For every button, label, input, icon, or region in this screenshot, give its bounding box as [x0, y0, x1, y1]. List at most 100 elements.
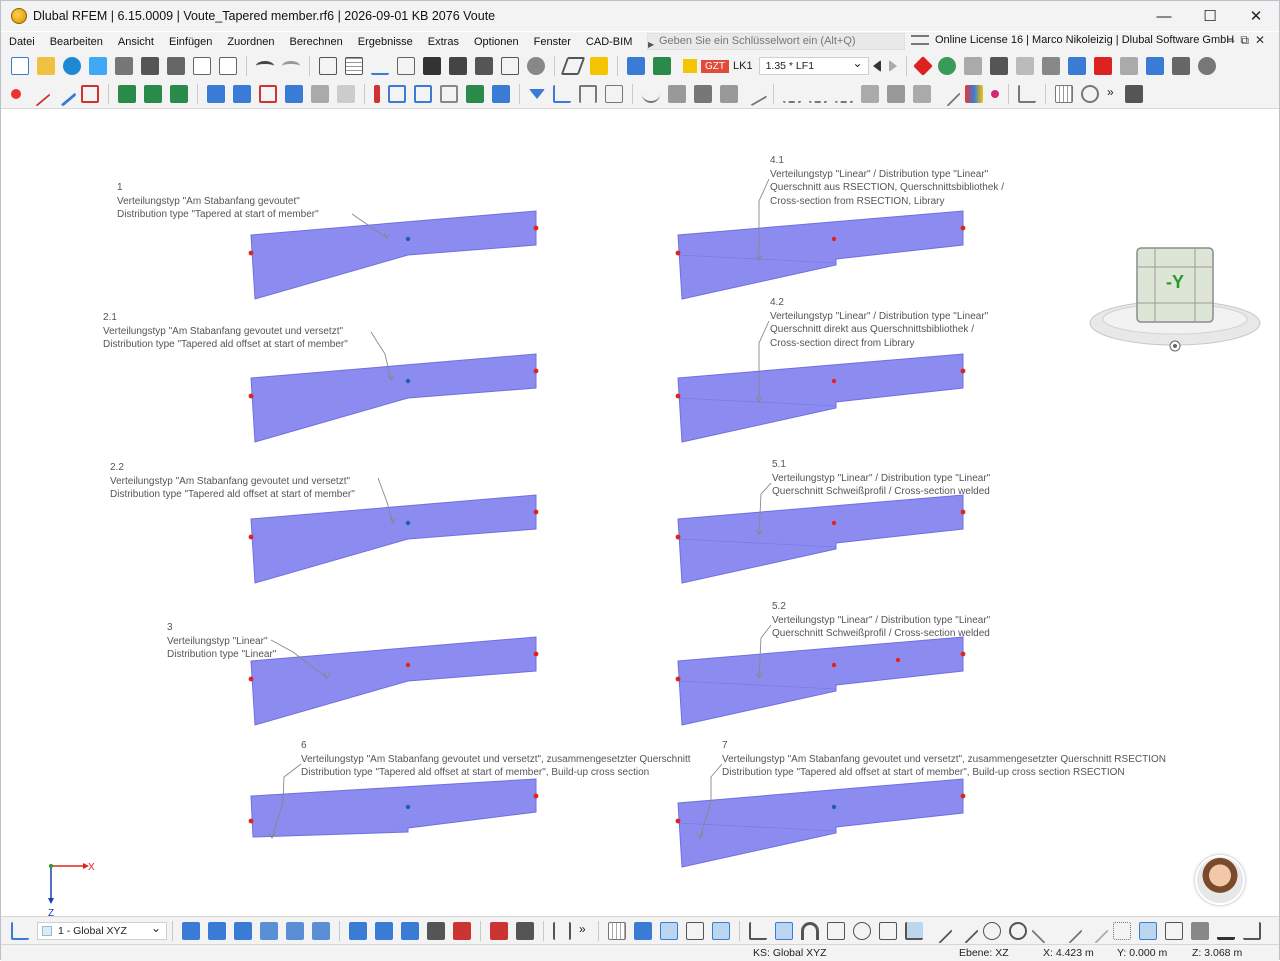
report-icon[interactable]	[193, 57, 211, 75]
building-icon[interactable]	[440, 85, 458, 103]
video-icon[interactable]	[423, 57, 441, 75]
table-grid-icon[interactable]	[1055, 85, 1073, 103]
rotate-icon[interactable]	[233, 85, 251, 103]
deformation-icon[interactable]	[937, 57, 956, 75]
snap-object-icon[interactable]	[634, 921, 652, 940]
menu-extras[interactable]: Extras	[420, 36, 466, 48]
close-button[interactable]: ✕	[1233, 1, 1279, 31]
print-icon[interactable]	[167, 57, 185, 75]
snap-node-icon[interactable]	[712, 921, 730, 940]
coordinate-system-dropdown[interactable]: 1 - Global XYZ	[37, 921, 167, 940]
sphere-icon[interactable]	[1081, 85, 1099, 103]
color-icon[interactable]	[965, 85, 983, 103]
support-tool-icon[interactable]	[118, 85, 136, 103]
next-icon[interactable]	[888, 60, 897, 72]
redo-icon[interactable]	[282, 61, 300, 71]
menu-einfuegen[interactable]: Einfügen	[161, 36, 219, 48]
divide-icon[interactable]	[311, 85, 329, 103]
view-iso-icon[interactable]	[182, 921, 200, 940]
magnet-icon[interactable]	[801, 921, 819, 940]
display-solid-icon[interactable]	[401, 921, 419, 940]
ruler-icon[interactable]	[553, 921, 571, 940]
snap-cross-icon[interactable]	[686, 921, 704, 940]
render-icon[interactable]	[527, 57, 545, 75]
x-box-icon[interactable]	[853, 921, 871, 940]
webservice-icon[interactable]	[89, 57, 107, 75]
support-view-icon[interactable]	[887, 85, 905, 103]
minimize-button[interactable]: —	[1141, 1, 1187, 31]
more-icon[interactable]: »	[1107, 85, 1117, 103]
menu-bearbeiten[interactable]: Bearbeiten	[42, 36, 110, 48]
wave2-icon[interactable]	[809, 85, 827, 103]
dimension-icon[interactable]	[371, 57, 389, 75]
snap-grid-icon[interactable]	[608, 921, 626, 940]
dimension-tool-icon[interactable]	[553, 85, 571, 103]
cloud-icon[interactable]	[63, 57, 81, 75]
xxx-values-icon[interactable]	[1119, 57, 1138, 75]
menu-optionen[interactable]: Optionen	[466, 36, 526, 48]
assistant-avatar[interactable]	[1195, 855, 1245, 905]
view-side-icon[interactable]	[234, 921, 252, 940]
xxx-icon[interactable]	[1015, 57, 1034, 75]
ortho-icon[interactable]	[749, 921, 767, 940]
phone-icon[interactable]	[501, 57, 519, 75]
maximize-button[interactable]: ☐	[1187, 1, 1233, 31]
move-icon[interactable]	[207, 85, 225, 103]
pin-icon[interactable]	[991, 90, 999, 98]
display-texture-icon[interactable]	[453, 921, 471, 940]
solid-icon[interactable]	[694, 85, 712, 103]
parallel-icon[interactable]	[953, 917, 979, 944]
new-model-icon[interactable]	[11, 57, 29, 75]
grid-table-icon[interactable]	[345, 57, 363, 75]
undo-icon[interactable]	[256, 61, 274, 71]
tangent-icon[interactable]	[983, 921, 1001, 940]
surface-bottom-icon[interactable]	[1191, 921, 1209, 940]
scale-icon[interactable]	[285, 85, 303, 103]
menu-berechnen[interactable]: Berechnen	[282, 36, 350, 48]
layers-tool-icon[interactable]	[1125, 85, 1143, 103]
section-icon[interactable]	[1041, 57, 1060, 75]
animation-icon[interactable]	[1171, 57, 1190, 75]
load-case-selector[interactable]: GZT LK1 1.35 * LF1	[679, 56, 869, 76]
node-icon[interactable]	[11, 89, 21, 99]
print-report-icon[interactable]	[115, 57, 133, 75]
x-box2-icon[interactable]	[879, 921, 897, 940]
display-render-icon[interactable]	[349, 921, 367, 940]
settings-icon[interactable]	[1197, 57, 1216, 75]
member-icon[interactable]	[1093, 57, 1112, 75]
layers-icon[interactable]	[475, 57, 493, 75]
save-icon[interactable]	[141, 57, 159, 75]
visibility-icon[interactable]	[490, 921, 508, 940]
numbering-icon[interactable]	[516, 921, 534, 940]
edit-line-icon[interactable]	[560, 57, 586, 75]
view-front-icon[interactable]	[208, 921, 226, 940]
line-bottom-icon[interactable]	[1217, 922, 1235, 940]
wave3-icon[interactable]	[835, 85, 853, 103]
display-hidden-icon[interactable]	[427, 921, 445, 940]
arrow-load-icon[interactable]	[720, 85, 738, 103]
frame-icon[interactable]	[414, 85, 432, 103]
cross3-icon[interactable]	[1083, 917, 1109, 944]
spring-icon[interactable]	[861, 85, 879, 103]
measure-icon[interactable]	[605, 85, 623, 103]
surface-icon[interactable]	[81, 85, 99, 103]
mirror-icon[interactable]	[259, 85, 277, 103]
export-icon[interactable]	[1145, 57, 1164, 75]
support-icon[interactable]	[989, 57, 1008, 75]
page-icon[interactable]	[397, 57, 415, 75]
more-bottom-icon[interactable]: »	[579, 922, 589, 940]
cross2-icon[interactable]	[1057, 917, 1083, 944]
table-icon[interactable]	[319, 57, 337, 75]
results-off-icon[interactable]	[912, 56, 933, 76]
axis-icon[interactable]	[1018, 85, 1036, 103]
menu-ansicht[interactable]: Ansicht	[110, 36, 161, 48]
hinge-icon[interactable]	[144, 85, 162, 103]
load-combination-dropdown[interactable]: 1.35 * LF1	[758, 56, 869, 75]
display-icon[interactable]	[1067, 57, 1086, 75]
grid-tool-icon[interactable]	[388, 85, 406, 103]
previous-icon[interactable]	[872, 60, 881, 72]
perp-icon[interactable]	[905, 921, 923, 940]
menu-ergebnisse[interactable]: Ergebnisse	[350, 36, 420, 48]
menu-fenster[interactable]: Fenster	[526, 36, 578, 48]
grid-off-icon[interactable]	[1165, 921, 1183, 940]
